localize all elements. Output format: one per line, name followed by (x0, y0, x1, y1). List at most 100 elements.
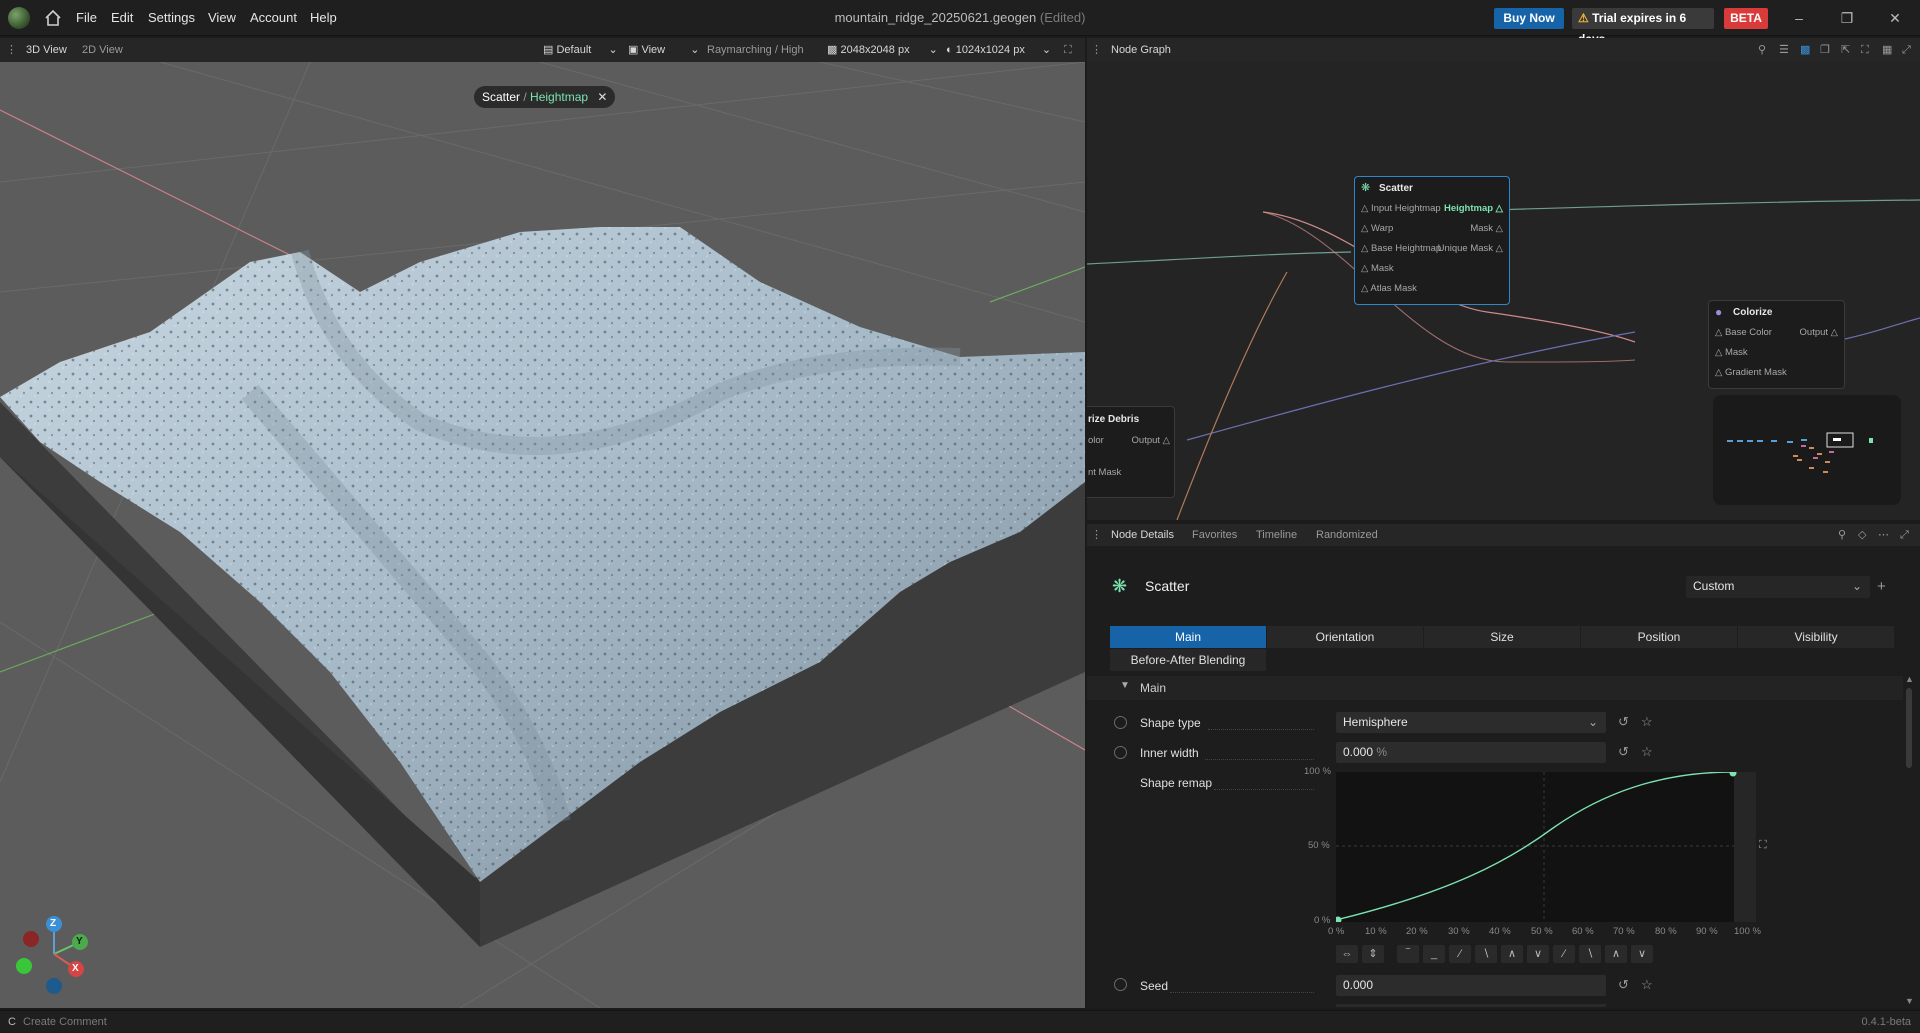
port-debris-output[interactable]: Output △ (1132, 435, 1170, 446)
menu-settings[interactable]: Settings (148, 0, 195, 36)
menu-file[interactable]: File (76, 0, 97, 36)
port-base-heightmap[interactable]: △ Base Heightmap (1361, 243, 1441, 254)
tab-before-after-blending[interactable]: Before-After Blending (1110, 649, 1266, 671)
drag-handle-icon[interactable]: ⋮ (6, 38, 17, 62)
star-icon[interactable]: ☆ (1641, 744, 1653, 760)
tab-node-details[interactable]: Node Details (1111, 524, 1174, 546)
list-icon[interactable]: ☰ (1779, 38, 1789, 62)
render-mode[interactable]: Raymarching / High (707, 38, 804, 62)
node-graph-canvas[interactable]: ❋ Scatter △ Input Heightmap △ Warp △ Bas… (1087, 62, 1920, 520)
seed-radio[interactable] (1114, 978, 1127, 991)
port-gradient-mask[interactable]: △ Gradient Mask (1715, 367, 1787, 378)
close-window-icon[interactable]: ✕ (1872, 0, 1918, 36)
star-icon[interactable]: ☆ (1641, 714, 1653, 730)
tab-visibility[interactable]: Visibility (1738, 626, 1894, 648)
menu-account[interactable]: Account (250, 0, 297, 36)
section-main[interactable]: ▼ Main (1087, 676, 1903, 700)
port-debris-mask[interactable]: nt Mask (1088, 467, 1121, 478)
details-scrollbar[interactable]: ▲ ▼ (1905, 674, 1914, 1006)
more-icon[interactable]: ⋯ (1878, 524, 1889, 546)
tab-3d-view[interactable]: 3D View (26, 38, 67, 62)
copy-icon[interactable]: ❐ (1820, 38, 1830, 62)
frame-icon[interactable]: ⛶ (1861, 38, 1869, 62)
curve-preset-ease-in-icon[interactable]: ∕ (1553, 945, 1575, 963)
flip-horizontal-icon[interactable]: ⇔ (1336, 945, 1358, 963)
inner-width-radio[interactable] (1114, 746, 1127, 759)
port-input-heightmap[interactable]: △ Input Heightmap (1361, 203, 1441, 214)
shape-remap-curve-editor[interactable] (1334, 769, 1756, 924)
menu-edit[interactable]: Edit (111, 0, 133, 36)
resolution-dropdown[interactable]: ▩ 2048x2048 px ⌄ (827, 38, 938, 62)
curve-preset-top-icon[interactable]: ‾ (1397, 945, 1419, 963)
preview-resolution-dropdown[interactable]: ◐ 1024x1024 px ⌄ (946, 38, 1051, 62)
port-unique-mask[interactable]: Unique Mask △ (1438, 243, 1503, 254)
curve-preset-ease-out-icon[interactable]: ∖ (1579, 945, 1601, 963)
port-base-color[interactable]: △ Base Color (1715, 327, 1772, 338)
tab-size[interactable]: Size (1424, 626, 1580, 648)
curve-preset-linear-icon[interactable]: ∕ (1449, 945, 1471, 963)
scroll-up-icon[interactable]: ▲ (1905, 674, 1914, 684)
tab-randomized[interactable]: Randomized (1316, 524, 1378, 546)
remap-curve[interactable] (1334, 769, 1756, 924)
tab-position[interactable]: Position (1581, 626, 1737, 648)
search-icon[interactable]: ⚲ (1838, 524, 1846, 546)
menu-view[interactable]: View (208, 0, 236, 36)
port-debris-color[interactable]: olor (1088, 435, 1104, 446)
maximize-icon[interactable]: ❐ (1824, 0, 1870, 36)
scroll-thumb[interactable] (1906, 688, 1912, 768)
breadcrumb[interactable]: Scatter / Heightmap ✕ (474, 86, 616, 108)
shape-type-radio[interactable] (1114, 716, 1127, 729)
search-icon[interactable]: ⚲ (1758, 38, 1766, 62)
drag-handle-icon[interactable]: ⋮ (1091, 38, 1102, 62)
scroll-down-icon[interactable]: ▼ (1905, 996, 1914, 1006)
curve-preset-bump-icon[interactable]: ∧ (1605, 945, 1627, 963)
menu-help[interactable]: Help (310, 0, 337, 36)
port-warp[interactable]: △ Warp (1361, 223, 1393, 234)
shape-type-select[interactable]: Hemisphere ⌄ (1336, 712, 1606, 733)
curve-preset-peak-icon[interactable]: ∧ (1501, 945, 1523, 963)
colorize-node[interactable]: ● Colorize △ Base Color △ Mask △ Gradien… (1708, 300, 1845, 389)
preset-select[interactable]: Custom ⌄ (1686, 576, 1870, 598)
seed-slider-track[interactable] (1336, 1004, 1606, 1007)
tab-favorites[interactable]: Favorites (1192, 524, 1237, 546)
expand-icon[interactable]: ⤢ (1902, 38, 1911, 62)
curve-preset-bottom-icon[interactable]: _ (1423, 945, 1445, 963)
colorize-debris-node[interactable]: rize Debris olor Output △ nt Mask (1087, 406, 1175, 498)
reset-icon[interactable]: ↺ (1618, 744, 1629, 760)
port-heightmap-out[interactable]: Heightmap △ (1444, 203, 1503, 214)
grid-icon[interactable]: ▦ (1882, 38, 1892, 62)
minimize-icon[interactable]: – (1776, 0, 1822, 36)
trial-badge[interactable]: ⚠ Trial expires in 6 days (1572, 8, 1714, 46)
drag-handle-icon[interactable]: ⋮ (1091, 524, 1102, 546)
preset-dropdown[interactable]: ▤ Default ⌄ (543, 38, 618, 62)
home-icon[interactable] (44, 9, 62, 27)
collapse-icon[interactable]: ⇱ (1841, 38, 1850, 62)
tab-orientation[interactable]: Orientation (1267, 626, 1423, 648)
fullscreen-icon[interactable]: ⛶ (1064, 38, 1072, 62)
port-mask-out[interactable]: Mask △ (1470, 223, 1503, 234)
reset-icon[interactable]: ↺ (1618, 977, 1629, 993)
inner-width-input[interactable]: 0.000 % (1336, 742, 1606, 763)
tab-main[interactable]: Main (1110, 626, 1266, 648)
scatter-node[interactable]: ❋ Scatter △ Input Heightmap △ Warp △ Bas… (1354, 176, 1510, 305)
star-icon[interactable]: ☆ (1641, 977, 1653, 993)
close-icon[interactable]: ✕ (597, 90, 607, 104)
port-mask-in[interactable]: △ Mask (1361, 263, 1394, 274)
viewport-3d[interactable] (0, 62, 1085, 1008)
layout-icon[interactable]: ▩ (1800, 38, 1810, 62)
buy-now-button[interactable]: Buy Now (1494, 8, 1564, 29)
port-colorize-output[interactable]: Output △ (1800, 327, 1838, 338)
view-dropdown[interactable]: ▣ View ⌄ (628, 38, 699, 62)
add-icon[interactable]: + (1877, 578, 1886, 595)
graph-minimap[interactable] (1713, 395, 1901, 505)
diamond-icon[interactable]: ◇ (1858, 524, 1866, 546)
flip-vertical-icon[interactable]: ⇕ (1362, 945, 1384, 963)
expand-icon[interactable]: ⤢ (1900, 524, 1909, 546)
seed-input[interactable]: 0.000 (1336, 975, 1606, 996)
port-atlas-mask[interactable]: △ Atlas Mask (1361, 283, 1417, 294)
fullscreen-icon[interactable]: ⛶ (1759, 839, 1767, 852)
curve-preset-inverse-icon[interactable]: ∖ (1475, 945, 1497, 963)
tab-timeline[interactable]: Timeline (1256, 524, 1297, 546)
curve-preset-valley-icon[interactable]: ∨ (1527, 945, 1549, 963)
tab-2d-view[interactable]: 2D View (82, 38, 123, 62)
